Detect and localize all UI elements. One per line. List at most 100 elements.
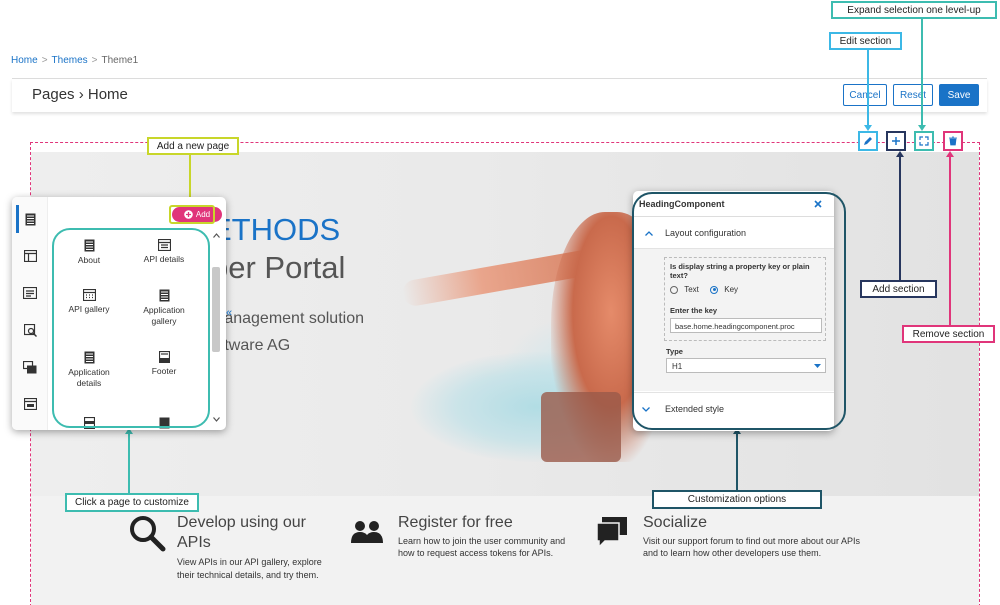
arrow-icon <box>864 125 872 131</box>
breadcrumb-themes-link[interactable]: Themes <box>52 55 88 66</box>
chevron-down-icon <box>642 407 650 412</box>
callout-edit-section: Edit section <box>829 32 902 50</box>
feature-description: how to request access tokens for APIs. <box>398 548 554 558</box>
add-page-label: Add <box>195 210 211 219</box>
page-tile-label: Footer <box>151 366 177 376</box>
extended-style-section[interactable]: Extended style <box>633 392 834 426</box>
remove-section-button[interactable] <box>943 131 963 151</box>
page-tile-footer[interactable]: Footer <box>129 350 199 377</box>
radio-text[interactable] <box>670 285 678 294</box>
page-tile-api-gallery[interactable]: API gallery <box>54 288 124 315</box>
edit-section-button[interactable] <box>858 131 878 151</box>
footer-icon <box>158 350 170 364</box>
plus-circle-icon <box>184 210 193 219</box>
arrow-icon <box>946 151 954 157</box>
callout-line <box>736 434 738 490</box>
feature-title: Register for free <box>398 514 513 531</box>
chevron-up-icon <box>645 231 653 236</box>
rail-components-button[interactable] <box>20 285 40 301</box>
rail-windows-button[interactable] <box>20 359 40 375</box>
gallery-icon <box>82 288 96 302</box>
rail-layout-button[interactable] <box>20 248 40 264</box>
callout-click-page: Click a page to customize <box>65 493 199 512</box>
scrollbar-thumb[interactable] <box>212 267 220 352</box>
layout-configuration-section[interactable]: Layout configuration <box>633 217 834 249</box>
key-input[interactable]: base.home.headingcomponent.proc <box>670 318 822 333</box>
components-icon <box>23 287 37 299</box>
layout-icon <box>23 250 37 262</box>
add-section-button[interactable] <box>886 131 906 151</box>
callout-customization-options: Customization options <box>652 490 822 509</box>
callout-add-page: Add a new page <box>147 137 239 155</box>
page-tile-application-details[interactable]: Application details <box>54 351 124 389</box>
feature-description: View APIs in our API gallery, explore <box>177 557 322 567</box>
panel-icon-rail <box>12 197 48 430</box>
callout-remove-section: Remove section <box>902 325 995 343</box>
type-select-value: H1 <box>672 362 683 371</box>
rail-template-button[interactable] <box>20 396 40 412</box>
radio-key[interactable] <box>710 285 718 294</box>
add-page-button[interactable]: Add <box>172 207 222 222</box>
breadcrumb-home-link[interactable]: Home <box>11 55 38 66</box>
page-tile[interactable] <box>54 416 124 430</box>
property-key-question: Is display string a property key or plai… <box>670 262 810 280</box>
users-icon <box>351 521 383 543</box>
callout-line <box>189 155 191 199</box>
page-title: Pages › Home <box>32 86 128 103</box>
page-tile-label: API gallery <box>68 304 110 314</box>
collapse-panel-button[interactable]: « <box>226 307 232 319</box>
breadcrumb-current: Theme1 <box>101 55 139 66</box>
page-tile-label: Application <box>143 305 185 315</box>
arrow-icon <box>896 151 904 157</box>
component-config-panel: HeadingComponent Layout configuration Is… <box>633 191 834 431</box>
page-tile-about[interactable]: About <box>54 239 124 266</box>
chevron-down-icon <box>213 417 220 422</box>
page-icon <box>159 289 169 302</box>
reset-button[interactable]: Reset <box>893 84 933 106</box>
page-tile[interactable] <box>129 417 199 430</box>
cancel-button[interactable]: Cancel <box>843 84 887 106</box>
breadcrumb-separator: > <box>41 55 48 66</box>
feature-description: Visit our support forum to find out more… <box>643 536 860 546</box>
callout-add-section: Add section <box>860 280 937 298</box>
rail-pages-button[interactable] <box>20 211 40 227</box>
trash-icon <box>949 136 957 146</box>
template-icon <box>23 398 37 410</box>
callout-line <box>128 434 130 493</box>
chevron-up-icon <box>213 233 220 238</box>
windows-icon <box>23 360 37 373</box>
rail-search-button[interactable] <box>20 322 40 338</box>
section-label: Layout configuration <box>665 228 747 238</box>
search-icon <box>130 516 166 552</box>
section-label: Extended style <box>665 404 725 414</box>
rail-active-indicator <box>16 205 19 233</box>
page-tile-label: gallery <box>151 316 177 326</box>
callout-line <box>899 157 901 280</box>
page-tile-label: details <box>76 378 102 388</box>
save-button[interactable]: Save <box>939 84 979 106</box>
callout-line <box>949 157 951 325</box>
feature-title: APIs <box>177 534 211 551</box>
expand-selection-button[interactable] <box>914 131 934 151</box>
pencil-icon <box>864 137 872 145</box>
pages-icon <box>25 213 35 225</box>
chat-icon <box>596 517 627 549</box>
type-select[interactable]: H1 <box>666 358 826 373</box>
page-icon <box>84 239 94 252</box>
close-icon[interactable] <box>814 200 822 208</box>
page-tile-api-details[interactable]: API details <box>129 238 199 265</box>
radio-text-option[interactable]: Text <box>670 285 699 294</box>
pages-panel: Add About API details API gallery Applic… <box>12 197 226 430</box>
page-icon <box>83 416 95 430</box>
page-icon <box>159 417 169 429</box>
hero-heading-line2: per Portal <box>211 250 346 285</box>
key-field-label: Enter the key <box>670 306 718 315</box>
property-key-group: Is display string a property key or plai… <box>664 257 826 341</box>
page-tile-application-gallery[interactable]: Application gallery <box>129 289 199 327</box>
radio-key-option[interactable]: Key <box>710 285 738 294</box>
feature-title: Socialize <box>643 514 708 531</box>
callout-line <box>867 50 869 127</box>
layout-configuration-body: Is display string a property key or plai… <box>633 249 834 391</box>
feature-description: their technical details, and try them. <box>177 570 319 580</box>
page-tile-label: Application <box>68 367 110 377</box>
